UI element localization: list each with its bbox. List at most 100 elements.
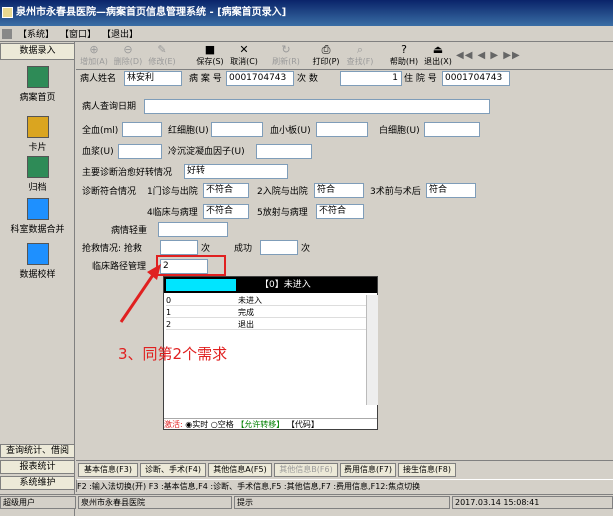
edit-button[interactable]: ✎ 修改(E): [146, 43, 178, 69]
plasma-field[interactable]: [118, 144, 162, 159]
severity-field[interactable]: [158, 222, 228, 237]
system-menu-icon[interactable]: [2, 28, 12, 39]
option-code: 2: [166, 320, 172, 329]
find-icon: ⌕: [356, 43, 364, 56]
match-radiology-field[interactable]: 不符合: [316, 204, 364, 219]
times-field[interactable]: 1: [340, 71, 402, 86]
exit-icon: ⏏: [432, 43, 444, 56]
print-icon: ⎙: [321, 43, 331, 56]
dropdown-option[interactable]: 0 未进入: [166, 295, 366, 306]
option-text: 未进入: [238, 296, 262, 305]
nav-item-data-check[interactable]: 数据校样: [0, 243, 75, 280]
nav-section-reports[interactable]: 报表统计: [0, 460, 75, 474]
nav-section-data-entry[interactable]: 数据录入: [0, 43, 75, 60]
option-text: 完成: [238, 308, 254, 317]
inpatient-number-field[interactable]: 0001704743: [442, 71, 510, 86]
rescue-label: 抢救情况: 抢救: [82, 244, 142, 254]
card-icon: [26, 116, 49, 138]
radio-realtime[interactable]: ◉实时: [185, 420, 208, 429]
nav-item-card[interactable]: 卡片: [0, 116, 75, 153]
nav-item-archive[interactable]: 归档: [0, 156, 75, 193]
exit-button[interactable]: ⏏ 退出(X): [422, 43, 454, 69]
status-tip: 提示: [234, 496, 450, 509]
folder-document-icon: [26, 66, 49, 88]
match-pathology-field[interactable]: 不符合: [203, 204, 249, 219]
add-icon: ⊕: [89, 43, 99, 56]
allow-transfer-button[interactable]: 【允许转移】: [236, 420, 284, 429]
cryo-label: 冷沉淀凝血因子(U): [168, 147, 245, 157]
wbc-field[interactable]: [424, 122, 480, 137]
record-nav-arrows-icon[interactable]: ◀◀ ◀ ▶ ▶▶: [456, 50, 521, 61]
menu-system[interactable]: 【系统】: [18, 27, 54, 40]
tab-birth-info[interactable]: 接生信息(F8): [398, 463, 456, 477]
code-button[interactable]: 【代码】: [287, 420, 319, 429]
delete-icon: ⊖: [123, 43, 133, 56]
add-button[interactable]: ⊕ 增加(A): [78, 43, 110, 69]
help-icon: ?: [401, 43, 407, 56]
edit-icon: ✎: [157, 43, 167, 56]
window-title: 泉州市永春县医院—病案首页信息管理系统 - [病案首页录入]: [16, 7, 287, 18]
cryo-field[interactable]: [256, 144, 312, 159]
platelet-field[interactable]: [316, 122, 368, 137]
query-date-field[interactable]: [144, 99, 490, 114]
rescue-success-label: 成功: [234, 244, 253, 254]
rescue-success-unit-label: 次: [301, 244, 311, 254]
dropdown-filter-input[interactable]: [166, 279, 236, 291]
delete-button[interactable]: ⊖ 删除(D): [112, 43, 144, 69]
nav-item-case-homepage[interactable]: 病案首页: [0, 66, 75, 103]
rescue-count-field[interactable]: [160, 240, 198, 255]
match-radiology-label: 5放射与病理: [257, 208, 308, 218]
case-number-label: 病 案 号: [189, 74, 222, 84]
dropdown-option[interactable]: 1 完成: [166, 307, 366, 318]
query-date-label: 病人查询日期: [82, 102, 137, 112]
tab-fee-info[interactable]: 费用信息(F7): [340, 463, 396, 477]
diagnosis-outcome-label: 主要诊断治愈好转情况: [82, 168, 173, 178]
cancel-icon: ✕: [239, 43, 249, 56]
help-button[interactable]: ? 帮助(H): [388, 43, 420, 69]
patient-name-field[interactable]: 林安利: [124, 71, 182, 86]
print-button[interactable]: ⎙ 打印(P): [310, 43, 342, 69]
match-admission-field[interactable]: 符合: [314, 183, 364, 198]
activate-label: 激活:: [164, 420, 183, 429]
menu-exit[interactable]: 【退出】: [102, 27, 138, 40]
cancel-button[interactable]: ✕ 取消(C): [228, 43, 260, 69]
status-time: 2017.03.14 15:08:41: [452, 496, 613, 509]
menu-window[interactable]: 【窗口】: [60, 27, 96, 40]
nav-item-label: 数据校样: [19, 270, 56, 280]
find-button[interactable]: ⌕ 查找(F): [344, 43, 376, 69]
find-label: 查找(F): [346, 57, 374, 66]
match-surgery-label: 3术前与术后: [370, 187, 421, 197]
nav-section-maintenance[interactable]: 系统维护: [0, 476, 75, 490]
rbc-field[interactable]: [211, 122, 263, 137]
inpatient-number-label: 住 院 号: [404, 74, 437, 84]
severity-label: 病情轻重: [111, 226, 148, 236]
whole-blood-field[interactable]: [122, 122, 162, 137]
tab-other-info-a[interactable]: 其他信息A(F5): [208, 463, 272, 477]
refresh-label: 刷新(R): [272, 57, 300, 66]
refresh-button[interactable]: ↻ 刷新(R): [270, 43, 302, 69]
dropdown-option[interactable]: 2 退出: [166, 319, 366, 330]
nav-section-query[interactable]: 查询统计、借阅: [0, 444, 75, 458]
menu-bar: 【系统】 【窗口】 【退出】: [0, 26, 613, 42]
case-number-field[interactable]: 0001704743: [226, 71, 294, 86]
match-outpatient-field[interactable]: 不符合: [203, 183, 249, 198]
rescue-success-field[interactable]: [260, 240, 298, 255]
match-surgery-field[interactable]: 符合: [426, 183, 476, 198]
rbc-label: 红细胞(U): [168, 126, 209, 136]
tab-other-info-b[interactable]: 其他信息B(F6): [274, 463, 338, 477]
save-button[interactable]: ■ 保存(S): [194, 43, 226, 69]
option-code: 0: [166, 296, 172, 305]
edit-label: 修改(E): [148, 57, 176, 66]
nav-item-merge[interactable]: 科室数据合并: [0, 198, 75, 235]
tab-basic-info[interactable]: 基本信息(F3): [78, 463, 138, 477]
window-title-bar: 泉州市永春县医院—病案首页信息管理系统 - [病案首页录入]: [0, 0, 613, 26]
radio-space[interactable]: ○空格: [211, 420, 234, 429]
refresh-icon: ↻: [281, 43, 291, 56]
status-user: 超级用户: [0, 496, 76, 509]
dropdown-scrollbar[interactable]: [366, 295, 378, 405]
tab-diagnosis-surgery[interactable]: 诊断、手术(F4): [140, 463, 206, 477]
nav-item-label: 科室数据合并: [10, 225, 65, 235]
diagnosis-outcome-field[interactable]: 好转: [184, 164, 288, 179]
nav-item-label: 卡片: [28, 143, 47, 153]
match-pathology-label: 4临床与病理: [147, 208, 198, 218]
